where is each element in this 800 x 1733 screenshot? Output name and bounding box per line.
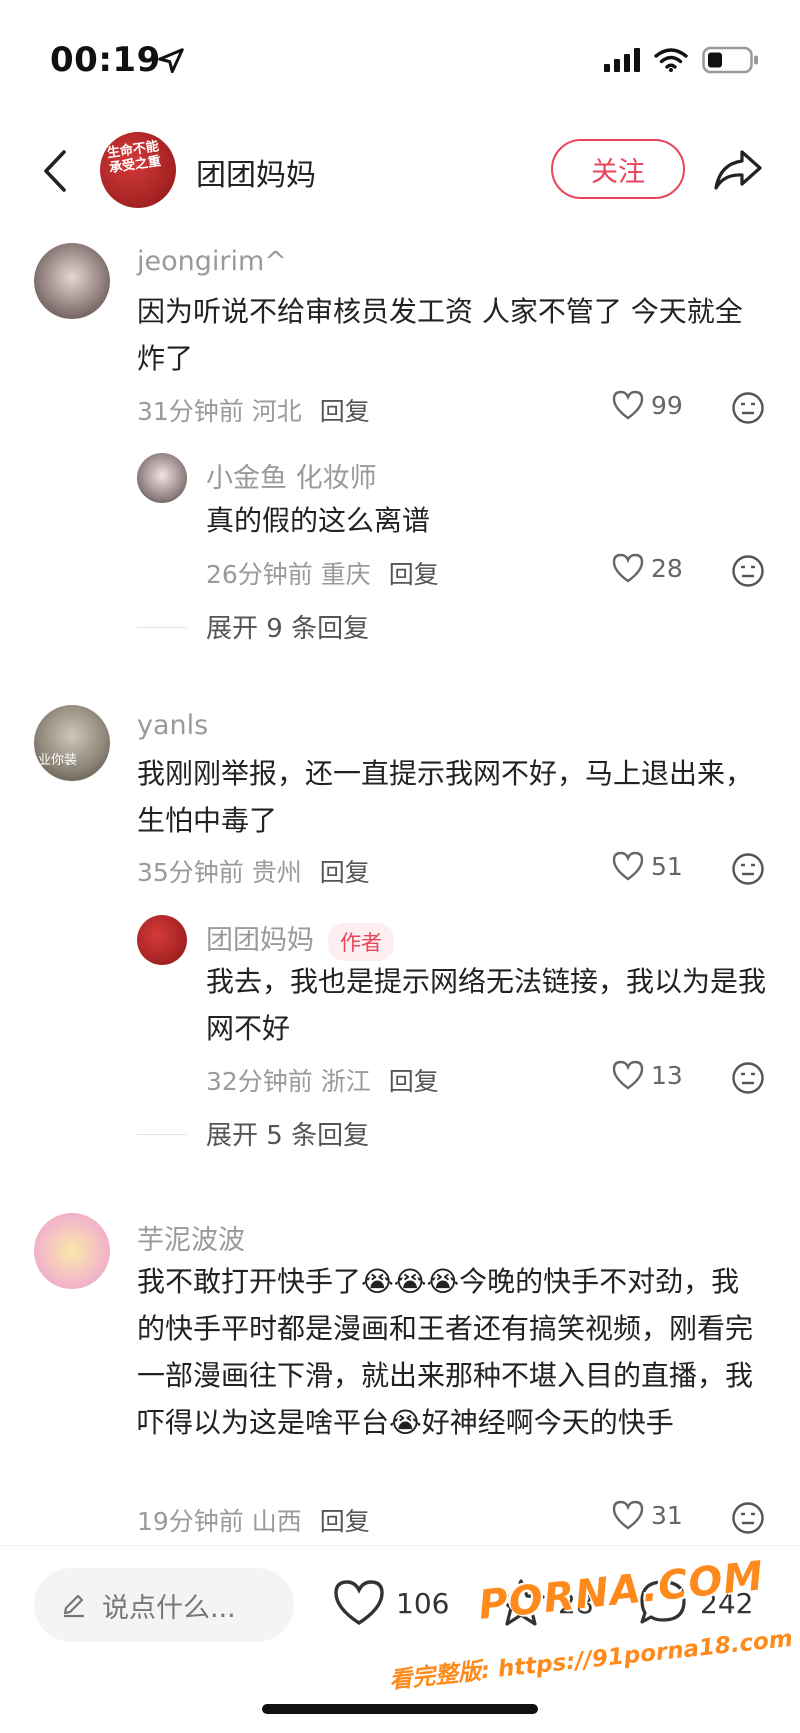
commenter-avatar[interactable] — [34, 1213, 110, 1289]
comment-time-location: 19分钟前 山西 — [137, 1507, 302, 1536]
follow-button[interactable]: 关注 — [551, 139, 685, 199]
post-like-button[interactable]: 106 — [332, 1576, 449, 1630]
crying-emoji-icon: 😭😭😭 — [361, 1265, 460, 1298]
reply-commenter-name[interactable]: 小金鱼 化妆师 — [206, 456, 377, 495]
author-avatar-text: 生命不能承受之重 — [106, 139, 162, 177]
like-count: 99 — [651, 390, 683, 420]
like-button[interactable]: 28 — [611, 552, 683, 584]
share-icon[interactable] — [712, 146, 764, 194]
comment-input-placeholder: 说点什么... — [102, 1592, 236, 1624]
reply-commenter-name[interactable]: 团团妈妈 作者 — [206, 918, 394, 961]
commenter-avatar[interactable]: 业你装 — [34, 705, 110, 781]
like-count: 51 — [651, 851, 683, 881]
commenter-name[interactable]: jeongirim^ — [137, 246, 287, 277]
comment-text-part: 我不敢打开快手了 — [137, 1265, 362, 1298]
comment-meta: 19分钟前 山西 回复 — [137, 1502, 370, 1538]
like-count: 28 — [651, 553, 683, 583]
commenter-name[interactable]: yanls — [137, 710, 208, 741]
back-chevron-icon[interactable] — [36, 148, 76, 194]
reply-text: 我去，我也是提示网络无法链接，我以为是我网不好 — [206, 965, 767, 1045]
commenter-avatar[interactable] — [34, 243, 110, 319]
dislike-face-icon[interactable] — [731, 1061, 765, 1095]
author-avatar[interactable]: 生命不能承受之重 — [100, 132, 176, 208]
comment-meta: 31分钟前 河北 回复 — [137, 392, 370, 428]
reply-text: 真的假的这么离谱 — [206, 504, 431, 537]
dislike-face-icon[interactable] — [731, 852, 765, 886]
reply-button[interactable]: 回复 — [320, 858, 370, 887]
reply-time-location: 32分钟前 浙江 — [206, 1067, 371, 1096]
like-button[interactable]: 31 — [611, 1499, 683, 1531]
header: 生命不能承受之重 团团妈妈 关注 — [0, 120, 800, 220]
like-button[interactable]: 51 — [611, 850, 683, 882]
commenter-name[interactable]: 芋泥波波 — [137, 1218, 245, 1257]
reply-time-location: 26分钟前 重庆 — [206, 560, 371, 589]
battery-icon — [702, 46, 758, 74]
status-bar: 00:19 — [0, 0, 800, 120]
post-like-count: 106 — [396, 1586, 450, 1620]
reply-meta: 26分钟前 重庆 回复 — [206, 555, 439, 591]
comment-time-location: 31分钟前 河北 — [137, 397, 302, 426]
status-time: 00:19 — [50, 40, 161, 80]
dislike-face-icon[interactable] — [731, 391, 765, 425]
comment-time-location: 35分钟前 贵州 — [137, 858, 302, 887]
heart-icon — [612, 1060, 644, 1090]
dislike-face-icon[interactable] — [731, 554, 765, 588]
divider — [137, 1134, 187, 1135]
expand-replies-button[interactable]: 展开 5 条回复 — [206, 1115, 369, 1152]
comment-text: 我不敢打开快手了😭😭😭今晚的快手不对劲，我的快手平时都是漫画和王者还有搞笑视频，… — [137, 1258, 767, 1446]
author-name[interactable]: 团团妈妈 — [196, 150, 316, 194]
dislike-face-icon[interactable] — [731, 1501, 765, 1535]
expand-replies-button[interactable]: 展开 9 条回复 — [206, 608, 369, 645]
comment-meta: 35分钟前 贵州 回复 — [137, 853, 370, 889]
reply-button[interactable]: 回复 — [389, 1067, 439, 1096]
commenter-avatar-text: 业你装 — [38, 753, 78, 768]
reply-avatar[interactable] — [137, 453, 187, 503]
heart-icon — [612, 390, 644, 420]
crying-emoji-icon: 😭 — [389, 1406, 422, 1439]
heart-icon — [612, 553, 644, 583]
heart-icon — [334, 1580, 384, 1626]
heart-icon — [612, 1500, 644, 1530]
comment-input[interactable]: 说点什么... — [34, 1568, 294, 1642]
reply-meta: 32分钟前 浙江 回复 — [206, 1062, 439, 1098]
location-arrow-icon — [158, 48, 184, 74]
pencil-icon — [63, 1594, 84, 1618]
like-count: 13 — [651, 1060, 683, 1090]
reply-avatar[interactable] — [137, 915, 187, 965]
comment-text: 因为听说不给审核员发工资 人家不管了 今天就全炸了 — [137, 295, 743, 375]
like-count: 31 — [651, 1500, 683, 1530]
reply-button[interactable]: 回复 — [389, 560, 439, 589]
reply-button[interactable]: 回复 — [320, 397, 370, 426]
home-indicator — [262, 1704, 538, 1714]
status-icons — [604, 46, 760, 74]
comment-text: 我刚刚举报，还一直提示我网不好，马上退出来，生怕中毒了 — [137, 757, 754, 837]
heart-icon — [612, 851, 644, 881]
like-button[interactable]: 13 — [611, 1059, 683, 1091]
reply-button[interactable]: 回复 — [320, 1507, 370, 1536]
author-badge: 作者 — [328, 922, 394, 961]
reply-author-name[interactable]: 团团妈妈 — [206, 925, 314, 956]
like-button[interactable]: 99 — [611, 389, 683, 421]
divider — [137, 627, 187, 628]
cellular-signal-icon — [604, 48, 640, 72]
wifi-icon — [654, 48, 688, 72]
comment-text-part: 好神经啊今天的快手 — [421, 1406, 674, 1439]
